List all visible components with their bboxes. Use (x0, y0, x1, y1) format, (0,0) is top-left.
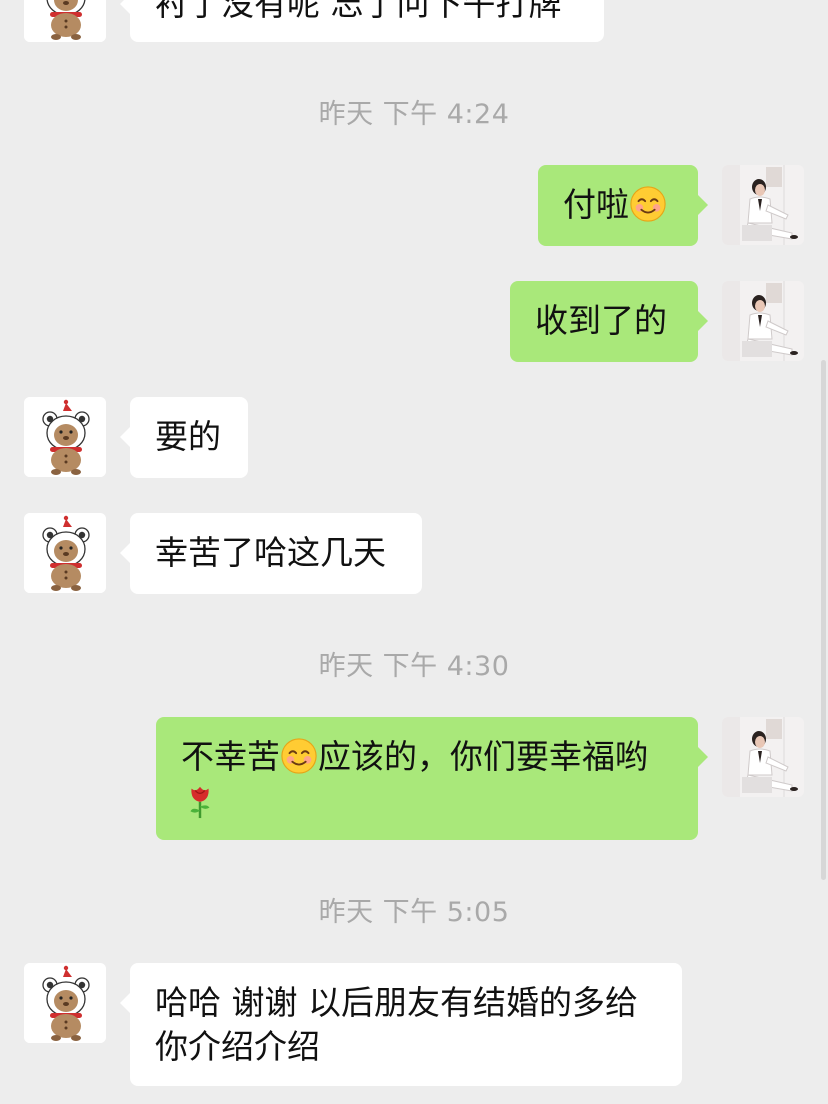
bear-avatar-icon (24, 513, 106, 593)
self-avatar[interactable] (722, 281, 804, 361)
woman-avatar-icon (722, 281, 804, 361)
outgoing-message-bubble[interactable]: 付啦 (538, 165, 708, 246)
self-avatar[interactable] (722, 165, 804, 245)
message-text: 要的 (155, 417, 221, 456)
bear-avatar-icon (24, 963, 106, 1043)
bear-avatar-icon (24, 0, 106, 42)
woman-avatar-icon (722, 717, 804, 797)
contact-avatar[interactable] (24, 513, 106, 593)
incoming-message-bubble[interactable]: 幸苦了哈这几天 (120, 513, 422, 594)
contact-avatar[interactable] (24, 397, 106, 477)
message-text-line: 你介绍介绍 (155, 1027, 320, 1066)
woman-avatar-icon (722, 165, 804, 245)
outgoing-message-bubble[interactable]: 不幸苦 应该的，你们要幸福哟 (156, 717, 708, 840)
contact-avatar[interactable] (24, 0, 106, 42)
message-text: 付啦 (563, 185, 629, 224)
smiling-face-emoji-icon (629, 185, 667, 223)
rose-emoji-icon (181, 781, 219, 819)
message-text-part: 不幸苦 (181, 737, 280, 776)
contact-avatar[interactable] (24, 963, 106, 1043)
timestamp: 昨天 下午 4:24 (318, 99, 510, 130)
chat-message-list[interactable]: 衬了没有呢 忘了问下午打牌 昨天 下午 4:24 付啦 收到了的 要的 幸苦了哈… (0, 0, 828, 1104)
bear-avatar-icon (24, 397, 106, 477)
incoming-message-bubble[interactable]: 哈哈 谢谢 以后朋友有结婚的多给 你介绍介绍 (120, 963, 682, 1086)
message-text: 收到了的 (535, 301, 667, 340)
smiling-face-emoji-icon (280, 737, 318, 775)
timestamp: 昨天 下午 5:05 (318, 897, 510, 928)
self-avatar[interactable] (722, 717, 804, 797)
message-text-line: 哈哈 谢谢 以后朋友有结婚的多给 (155, 983, 638, 1022)
scrollbar[interactable] (821, 360, 826, 880)
timestamp: 昨天 下午 4:30 (318, 651, 510, 682)
incoming-message-bubble[interactable]: 衬了没有呢 忘了问下午打牌 (120, 0, 604, 42)
message-text: 衬了没有呢 忘了问下午打牌 (155, 0, 562, 23)
message-text-part: 应该的，你们要幸福哟 (318, 737, 648, 776)
message-text: 幸苦了哈这几天 (155, 533, 386, 572)
outgoing-message-bubble[interactable]: 收到了的 (510, 281, 708, 362)
incoming-message-bubble[interactable]: 要的 (120, 397, 248, 478)
